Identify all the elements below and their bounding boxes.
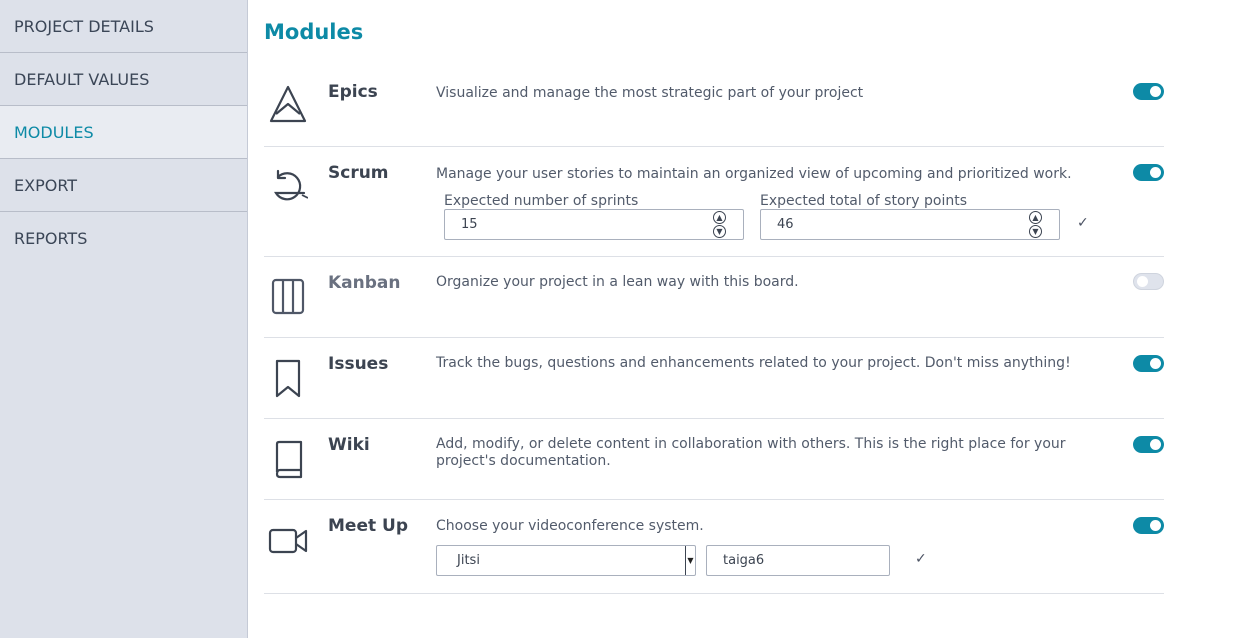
sprints-value: 15	[461, 217, 478, 232]
sidebar-item-reports[interactable]: REPORTS	[0, 212, 247, 265]
meetup-toggle[interactable]	[1133, 517, 1164, 534]
book-icon	[268, 439, 308, 479]
chevron-down-icon[interactable]: ▼	[713, 225, 726, 238]
wiki-toggle[interactable]	[1133, 436, 1164, 453]
toggle-knob	[1150, 358, 1161, 369]
sidebar-item-export[interactable]: EXPORT	[0, 159, 247, 212]
sprints-label: Expected number of sprints	[444, 193, 639, 209]
toggle-knob	[1150, 520, 1161, 531]
story-points-input[interactable]: 46 ▲ ▼	[760, 209, 1060, 240]
sidebar-item-project-details[interactable]: PROJECT DETAILS	[0, 0, 247, 53]
module-name: Meet Up	[328, 516, 408, 536]
module-meetup: Meet Up Choose your videoconference syst…	[264, 500, 1164, 594]
story-points-label: Expected total of story points	[760, 193, 968, 209]
meetup-room-input[interactable]: taiga6	[706, 545, 890, 576]
videoconference-value: Jitsi	[457, 553, 480, 568]
module-description: Track the bugs, questions and enhancemen…	[436, 355, 1071, 371]
toggle-knob	[1150, 439, 1161, 450]
sidebar-item-default-values[interactable]: DEFAULT VALUES	[0, 53, 247, 106]
module-kanban: Kanban Organize your project in a lean w…	[264, 257, 1164, 338]
videoconference-select[interactable]: Jitsi ▼	[436, 545, 696, 576]
checkmark-icon[interactable]: ✓	[915, 551, 927, 567]
sidebar-item-label: MODULES	[14, 122, 94, 142]
chevron-up-icon[interactable]: ▲	[713, 211, 726, 224]
bookmark-icon	[268, 358, 308, 398]
module-name: Wiki	[328, 435, 370, 455]
module-description: Visualize and manage the most strategic …	[436, 85, 864, 101]
toggle-knob	[1150, 86, 1161, 97]
module-name: Kanban	[328, 273, 401, 293]
module-name: Issues	[328, 354, 389, 374]
page-title: Modules	[264, 20, 364, 44]
issues-toggle[interactable]	[1133, 355, 1164, 372]
module-name: Epics	[328, 82, 378, 102]
module-scrum: Scrum Manage your user stories to mainta…	[264, 147, 1164, 257]
epics-toggle[interactable]	[1133, 83, 1164, 100]
sprints-input[interactable]: 15 ▲ ▼	[444, 209, 744, 240]
cycle-icon	[268, 167, 308, 207]
story-points-spinner: ▲ ▼	[1029, 211, 1042, 238]
sidebar-item-label: PROJECT DETAILS	[14, 16, 154, 36]
sidebar-item-label: REPORTS	[14, 229, 88, 248]
sidebar-item-modules[interactable]: MODULES	[0, 106, 247, 159]
sprints-spinner: ▲ ▼	[713, 211, 726, 238]
module-name: Scrum	[328, 163, 389, 183]
module-description: Add, modify, or delete content in collab…	[436, 436, 1066, 469]
story-points-value: 46	[777, 217, 794, 232]
scrum-toggle[interactable]	[1133, 164, 1164, 181]
dropdown-arrow-icon: ▼	[685, 546, 695, 575]
toggle-knob	[1150, 167, 1161, 178]
video-camera-icon	[268, 520, 308, 560]
chevron-up-icon[interactable]: ▲	[1029, 211, 1042, 224]
toggle-knob	[1137, 276, 1148, 287]
checkmark-icon[interactable]: ✓	[1077, 215, 1089, 231]
chevron-down-icon[interactable]: ▼	[1029, 225, 1042, 238]
module-description: Choose your videoconference system.	[436, 518, 704, 534]
mountain-icon	[268, 84, 308, 124]
module-description: Organize your project in a lean way with…	[436, 274, 799, 290]
kanban-toggle[interactable]	[1133, 273, 1164, 290]
module-wiki: Wiki Add, modify, or delete content in c…	[264, 419, 1164, 500]
module-description: Manage your user stories to maintain an …	[436, 166, 1072, 182]
meetup-room-value: taiga6	[723, 553, 765, 568]
sidebar-item-label: DEFAULT VALUES	[14, 69, 150, 89]
sidebar-item-label: EXPORT	[14, 175, 78, 195]
module-epics: Epics Visualize and manage the most stra…	[264, 66, 1164, 147]
settings-sidebar: PROJECT DETAILS DEFAULT VALUES MODULES E…	[0, 0, 248, 638]
columns-icon	[268, 277, 308, 317]
module-issues: Issues Track the bugs, questions and enh…	[264, 338, 1164, 419]
